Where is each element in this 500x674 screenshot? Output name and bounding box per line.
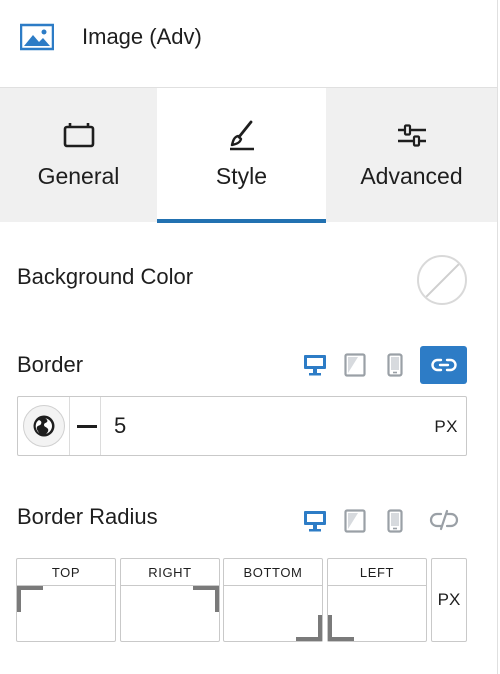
divider (69, 397, 70, 455)
globe-icon (33, 415, 55, 437)
tab-general[interactable]: General (0, 88, 157, 223)
corner-bottom-left-icon (328, 615, 354, 641)
radius-right-field: RIGHT (120, 558, 220, 642)
tab-bar: General Style Advanced (0, 87, 497, 223)
border-global-button[interactable] (23, 405, 65, 447)
panel-title: Image (Adv) (82, 24, 202, 49)
corner-bottom-right-icon (296, 615, 322, 641)
border-width-input[interactable]: 5 (114, 411, 126, 441)
border-mobile-button[interactable] (375, 352, 415, 378)
border-control-header: Border (17, 346, 467, 384)
radius-top-input[interactable] (17, 586, 115, 641)
radius-desktop-button[interactable] (295, 508, 335, 534)
radius-mobile-button[interactable] (375, 508, 415, 534)
tab-advanced-label: Advanced (360, 163, 463, 189)
border-radius-control-header: Border Radius (17, 500, 467, 538)
border-radius-fields: TOP RIGHT BOTTOM LEFT PX (16, 558, 468, 642)
radius-top-field: TOP (16, 558, 116, 642)
panel-icon (63, 123, 94, 148)
radius-tablet-button[interactable] (335, 508, 375, 534)
radius-left-label: LEFT (328, 559, 426, 586)
desktop-icon (304, 355, 326, 376)
unlink-icon[interactable] (429, 508, 459, 532)
radius-left-field: LEFT (327, 558, 427, 642)
sliders-icon (397, 124, 426, 147)
radius-bottom-input[interactable] (224, 586, 322, 641)
border-tablet-button[interactable] (335, 352, 375, 378)
corner-top-right-icon (193, 586, 219, 612)
image-icon (20, 23, 54, 51)
border-unit-select[interactable]: PX (434, 417, 458, 437)
tab-general-label: General (37, 163, 120, 189)
link-icon (430, 358, 457, 372)
solid-line-icon (77, 424, 97, 428)
border-link-button[interactable] (420, 346, 467, 384)
radius-bottom-field: BOTTOM (223, 558, 323, 642)
tab-advanced[interactable]: Advanced (326, 88, 497, 223)
divider (100, 397, 101, 455)
border-device-switcher (295, 352, 415, 378)
radius-right-label: RIGHT (121, 559, 219, 586)
color-swatch-button[interactable] (417, 255, 467, 305)
corner-top-left-icon (17, 586, 43, 612)
radius-left-input[interactable] (328, 586, 426, 641)
tablet-icon (344, 353, 366, 377)
panel-header: Image (Adv) (0, 0, 497, 87)
background-color-label: Background Color (17, 264, 194, 289)
border-style-button[interactable] (74, 417, 100, 435)
radius-right-input[interactable] (121, 586, 219, 641)
background-color-control: Background Color (17, 255, 467, 305)
radius-device-switcher (295, 508, 415, 534)
desktop-icon (304, 511, 326, 532)
tab-style[interactable]: Style (157, 88, 326, 223)
mobile-icon (387, 509, 403, 533)
border-radius-label: Border Radius (17, 504, 158, 529)
radius-top-label: TOP (17, 559, 115, 586)
brush-icon (229, 120, 254, 151)
radius-bottom-label: BOTTOM (224, 559, 322, 586)
tablet-icon (344, 509, 366, 533)
mobile-icon (387, 353, 403, 377)
border-label: Border (17, 352, 84, 377)
radius-unit-select[interactable]: PX (431, 558, 467, 642)
border-width-field: 5 PX (17, 396, 467, 456)
border-desktop-button[interactable] (295, 352, 335, 378)
panel-edge (497, 0, 498, 674)
tab-style-label: Style (215, 163, 268, 189)
